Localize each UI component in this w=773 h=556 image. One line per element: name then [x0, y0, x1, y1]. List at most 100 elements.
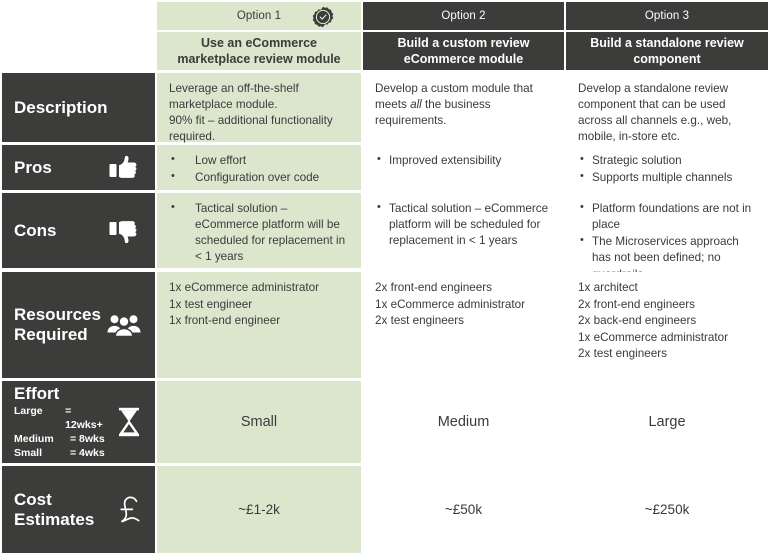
thumbs-down-icon: [103, 211, 145, 251]
cell-cons-option-1: Tactical solution – eCommerce platform w…: [157, 193, 361, 268]
effort-legend-value: = 8wks: [70, 432, 105, 445]
cell-resources-option-2: 2x front-end engineers 1x eCommerce admi…: [363, 272, 564, 378]
description-option-1-line-1: Leverage an off-the-shelf: [169, 82, 299, 95]
row-label-description-text: Description: [14, 97, 108, 117]
resources-option-1-list: 1x eCommerce administrator 1x test engin…: [169, 280, 349, 330]
list-item: 2x front-end engineers: [375, 281, 492, 294]
option-1-title-text: Use an eCommerce marketplace review modu…: [177, 35, 341, 66]
cell-pros-option-1: Low effort Configuration over code: [157, 145, 361, 190]
pound-sterling-icon: [115, 490, 145, 530]
list-item: Tactical solution – eCommerce platform w…: [375, 200, 552, 249]
list-item: 2x back-end engineers: [578, 314, 697, 328]
effort-legend-row: Small = 4wks: [14, 447, 108, 461]
effort-legend-key: Small: [14, 446, 43, 459]
cell-effort-option-1: Small: [157, 381, 361, 463]
pros-option-3-list: Strategic solution Supports multiple cha…: [578, 152, 756, 186]
list-item: Low effort: [169, 152, 349, 169]
list-item: 1x architect: [578, 281, 638, 294]
column-header-option-2-title: Build a custom review eCommerce module: [363, 32, 564, 70]
cell-resources-option-3: 1x architect 2x front-end engineers 2x b…: [566, 272, 768, 378]
column-header-option-2-label: Option 2: [363, 2, 564, 30]
cell-pros-option-2: Improved extensibility: [363, 145, 564, 190]
list-item: Supports multiple channels: [578, 169, 756, 186]
list-item: Tactical solution – eCommerce platform w…: [169, 200, 349, 266]
row-label-effort-text: Effort: [14, 383, 60, 403]
hourglass-icon: [108, 402, 150, 442]
description-option-3-text: Develop a standalone review component th…: [578, 82, 732, 144]
cell-pros-option-3: Strategic solution Supports multiple cha…: [566, 145, 768, 190]
list-item: 1x test engineer: [169, 297, 253, 311]
description-option-2-emphasis: all: [410, 98, 422, 112]
resources-option-2-list: 2x front-end engineers 1x eCommerce admi…: [375, 280, 552, 330]
cell-description-option-1: Leverage an off-the-shelf marketplace mo…: [157, 73, 361, 144]
cons-option-3-list: Platform foundations are not in place Th…: [578, 200, 756, 283]
pros-option-2-list: Improved extensibility: [375, 152, 552, 169]
row-label-effort: Effort Large = 12wks+ Medium = 8wks Smal…: [2, 381, 155, 463]
description-option-2-text: Develop a custom module that meets all t…: [375, 81, 552, 129]
effort-legend-row: Large = 12wks+: [14, 405, 108, 433]
cell-description-option-3: Develop a standalone review component th…: [566, 73, 768, 143]
row-label-cons: Cons: [2, 193, 155, 268]
list-item: Configuration over code: [169, 169, 349, 186]
cost-option-2-value: ~£50k: [444, 502, 483, 517]
option-2-label-text: Option 2: [441, 10, 486, 22]
cons-option-1-list: Tactical solution – eCommerce platform w…: [169, 200, 349, 266]
cell-effort-option-3: Large: [566, 381, 768, 463]
cons-option-2-list: Tactical solution – eCommerce platform w…: [375, 200, 552, 249]
effort-legend-value: = 12wks+: [65, 405, 103, 431]
column-header-option-3-title: Build a standalone review component: [566, 32, 768, 70]
row-label-resources-line-2: Required: [14, 325, 88, 344]
effort-option-3-value: Large: [648, 414, 686, 430]
list-item: 1x front-end engineer: [169, 314, 281, 328]
list-item: 2x front-end engineers: [578, 297, 695, 311]
option-3-label-text: Option 3: [644, 10, 690, 22]
cell-cons-option-2: Tactical solution – eCommerce platform w…: [363, 193, 564, 268]
list-item: Platform foundations are not in place: [578, 200, 756, 233]
description-option-1-line-2: marketplace module.: [169, 98, 278, 112]
cell-description-option-2: Develop a custom module that meets all t…: [363, 73, 564, 142]
cost-option-1-value: ~£1-2k: [238, 502, 280, 517]
row-label-cost-estimates-text: Cost Estimates: [14, 489, 95, 529]
list-item: 1x eCommerce administrator: [375, 297, 526, 311]
list-item: 2x test engineers: [375, 314, 465, 328]
effort-option-2-value: Medium: [437, 414, 490, 430]
option-1-label-text: Option 1: [236, 10, 282, 22]
row-label-description: Description: [2, 73, 155, 142]
description-option-1-line-4: required.: [169, 130, 216, 144]
cell-cons-option-3: Platform foundations are not in place Th…: [566, 193, 768, 281]
options-comparison-table: Option 1 Option 2 Option 3 Use an eComme…: [0, 0, 773, 556]
row-label-resources-required-text: Resources Required: [14, 305, 103, 344]
option-2-title-text: Build a custom review eCommerce module: [397, 35, 530, 66]
list-item: 1x eCommerce administrator: [578, 330, 729, 344]
row-label-cons-text: Cons: [14, 220, 57, 240]
row-label-cost-estimates: Cost Estimates: [2, 466, 155, 553]
cell-cost-option-2: ~£50k: [363, 466, 564, 553]
pros-option-1-list: Low effort Configuration over code: [169, 152, 349, 186]
list-item: 2x test engineers: [578, 347, 668, 361]
column-header-option-1-title: Use an eCommerce marketplace review modu…: [157, 32, 361, 70]
effort-label-block: Effort Large = 12wks+ Medium = 8wks Smal…: [14, 384, 108, 461]
effort-legend-key: Medium: [14, 432, 54, 445]
resources-option-3-list: 1x architect 2x front-end engineers 2x b…: [578, 280, 756, 363]
row-label-pros-text: Pros: [14, 157, 52, 177]
row-label-resources-required: Resources Required: [2, 272, 155, 378]
effort-option-1-value: Small: [240, 414, 278, 430]
cell-cost-option-1: ~£1-2k: [157, 466, 361, 553]
cell-resources-option-1: 1x eCommerce administrator 1x test engin…: [157, 272, 361, 378]
effort-legend-value: = 4wks: [70, 446, 105, 459]
list-item: 1x eCommerce administrator: [169, 281, 320, 294]
list-item: Improved extensibility: [375, 152, 552, 169]
effort-legend: Large = 12wks+ Medium = 8wks Small = 4wk…: [14, 405, 108, 460]
description-option-1-line-3: 90% fit – additional functionality: [169, 114, 333, 128]
cell-cost-option-3: ~£250k: [566, 466, 768, 553]
list-item: Strategic solution: [578, 152, 756, 169]
effort-legend-row: Medium = 8wks: [14, 433, 108, 447]
option-3-title-text: Build a standalone review component: [590, 35, 744, 66]
recommended-check-badge-icon: [312, 6, 334, 28]
cost-option-3-value: ~£250k: [644, 502, 690, 517]
thumbs-up-icon: [103, 148, 145, 188]
effort-legend-key: Large: [14, 405, 43, 418]
cell-effort-option-2: Medium: [363, 381, 564, 463]
row-label-resources-line-1: Resources: [14, 305, 101, 325]
column-header-option-3-label: Option 3: [566, 2, 768, 30]
